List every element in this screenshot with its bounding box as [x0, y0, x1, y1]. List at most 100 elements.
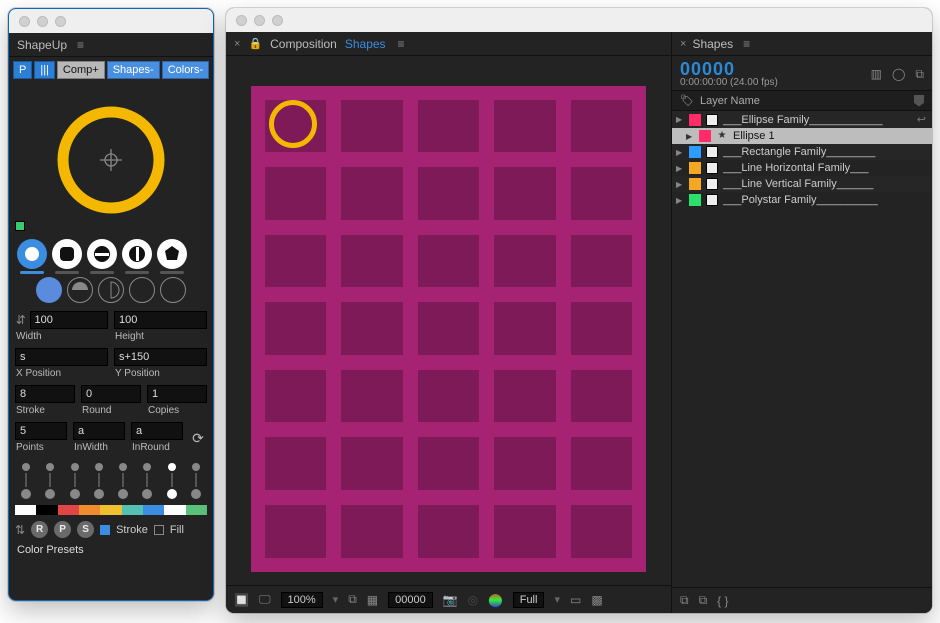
layer-row[interactable]: ▶___Rectangle Family________: [672, 144, 932, 160]
shape-polystar[interactable]: [157, 239, 187, 269]
show-snapshot-icon[interactable]: ◎: [468, 593, 478, 607]
magnify-icon[interactable]: 🔲: [234, 593, 249, 607]
width-input[interactable]: [30, 311, 108, 329]
palette-swatch[interactable]: [186, 505, 207, 515]
toggle-modes-icon[interactable]: ⧉: [699, 593, 708, 608]
palette-swatch[interactable]: [36, 505, 57, 515]
points-input[interactable]: [15, 422, 67, 440]
variant-5[interactable]: [160, 277, 186, 303]
btn-s[interactable]: S: [77, 521, 94, 538]
solo-chip[interactable]: [706, 114, 718, 126]
color-strip[interactable]: [15, 505, 207, 515]
zoom-select[interactable]: 100%: [281, 592, 323, 608]
shy-icon[interactable]: ↩: [917, 113, 926, 126]
channels-icon[interactable]: ⬤: [488, 592, 503, 608]
roi-icon[interactable]: ▭: [570, 593, 581, 607]
shape-rounded-rect[interactable]: [52, 239, 82, 269]
timecode-field[interactable]: 00000: [388, 592, 433, 608]
slider-7[interactable]: [165, 463, 179, 499]
label-color[interactable]: [689, 146, 701, 158]
slider-1[interactable]: [19, 463, 33, 499]
resolution-select[interactable]: Full: [513, 592, 545, 608]
timeline-tab-label[interactable]: Shapes: [692, 37, 733, 51]
btn-r[interactable]: R: [31, 521, 48, 538]
xpos-input[interactable]: [15, 348, 108, 366]
stroke-input[interactable]: [15, 385, 75, 403]
close-dot[interactable]: [236, 15, 247, 26]
layer-row[interactable]: ▶___Line Vertical Family______: [672, 176, 932, 192]
close-tab-icon[interactable]: ×: [680, 38, 686, 50]
inwidth-input[interactable]: [73, 422, 125, 440]
variant-2[interactable]: [67, 277, 93, 303]
twirl-icon[interactable]: ▶: [676, 164, 684, 173]
solo-chip[interactable]: [706, 178, 718, 190]
variant-4[interactable]: [129, 277, 155, 303]
refresh-icon[interactable]: ⟳: [189, 422, 207, 453]
label-color[interactable]: [689, 178, 701, 190]
layer-row[interactable]: ▶___Ellipse Family____________↩: [672, 111, 932, 128]
layer-row[interactable]: ▶___Line Horizontal Family___: [672, 160, 932, 176]
btn-p[interactable]: P: [54, 521, 71, 538]
close-tab-icon[interactable]: ×: [234, 38, 240, 50]
slider-4[interactable]: [92, 463, 106, 499]
fill-swatch[interactable]: [15, 221, 25, 231]
lock-icon[interactable]: 🔒: [248, 37, 262, 50]
inround-input[interactable]: [131, 422, 183, 440]
layer-row[interactable]: ▶★Ellipse 1: [672, 128, 932, 144]
chip-p[interactable]: P: [13, 61, 32, 79]
slider-6[interactable]: [140, 463, 154, 499]
slider-8[interactable]: [189, 463, 203, 499]
link-size-icon[interactable]: ⇵: [15, 313, 27, 327]
solo-chip[interactable]: [706, 146, 718, 158]
round-input[interactable]: [81, 385, 141, 403]
draft3d-icon[interactable]: ◯: [892, 67, 905, 82]
layer-name-column[interactable]: Layer Name: [700, 95, 760, 107]
snapshot-icon[interactable]: 📷: [443, 593, 458, 607]
panel-menu-icon[interactable]: ≡: [398, 37, 405, 51]
zoom-dot[interactable]: [55, 16, 66, 27]
palette-swatch[interactable]: [100, 505, 121, 515]
palette-swatch[interactable]: [122, 505, 143, 515]
grid-icon[interactable]: ▦: [367, 593, 378, 607]
timecode[interactable]: 00000: [680, 60, 778, 78]
min-dot[interactable]: [37, 16, 48, 27]
chip-comp[interactable]: Comp+: [57, 61, 105, 79]
twirl-icon[interactable]: ▶: [676, 196, 684, 205]
viewer[interactable]: [226, 56, 671, 585]
shape-line-vertical[interactable]: [122, 239, 152, 269]
label-color[interactable]: [689, 162, 701, 174]
slider-3[interactable]: [68, 463, 82, 499]
brace-icon[interactable]: { }: [717, 594, 728, 608]
solo-chip[interactable]: [706, 162, 718, 174]
label-color[interactable]: [699, 130, 711, 142]
palette-swatch[interactable]: [15, 505, 36, 515]
comp-flow-icon[interactable]: ▥: [871, 67, 882, 82]
copies-input[interactable]: [147, 385, 207, 403]
titlebar[interactable]: [9, 9, 213, 33]
layer-row[interactable]: ▶___Polystar Family__________: [672, 192, 932, 208]
solo-chip[interactable]: [706, 194, 718, 206]
composition-tab-label[interactable]: Composition: [270, 37, 337, 51]
close-dot[interactable]: [19, 16, 30, 27]
panel-menu-icon[interactable]: ≡: [77, 38, 84, 52]
shy-toggle-icon[interactable]: ⧉: [915, 67, 924, 82]
chip-colors[interactable]: Colors-: [162, 61, 209, 79]
palette-swatch[interactable]: [58, 505, 79, 515]
zoom-dot[interactable]: [272, 15, 283, 26]
height-input[interactable]: [114, 311, 207, 329]
transparency-icon[interactable]: ▩: [591, 593, 602, 607]
shape-line-horizontal[interactable]: [87, 239, 117, 269]
composition-link[interactable]: Shapes: [345, 37, 386, 51]
min-dot[interactable]: [254, 15, 265, 26]
twirl-icon[interactable]: ▶: [676, 115, 684, 124]
variant-3[interactable]: [98, 277, 124, 303]
toggle-switches-icon[interactable]: ⧉: [680, 593, 689, 608]
panel-menu-icon[interactable]: ≡: [743, 37, 750, 51]
shape-ellipse[interactable]: [17, 239, 47, 269]
twirl-icon[interactable]: ▶: [676, 148, 684, 157]
layout-icon[interactable]: ⧉: [348, 592, 357, 607]
palette-swatch[interactable]: [164, 505, 185, 515]
label-color[interactable]: [689, 114, 701, 126]
twirl-icon[interactable]: ▶: [686, 132, 694, 141]
chip-bars[interactable]: |||: [34, 61, 55, 79]
